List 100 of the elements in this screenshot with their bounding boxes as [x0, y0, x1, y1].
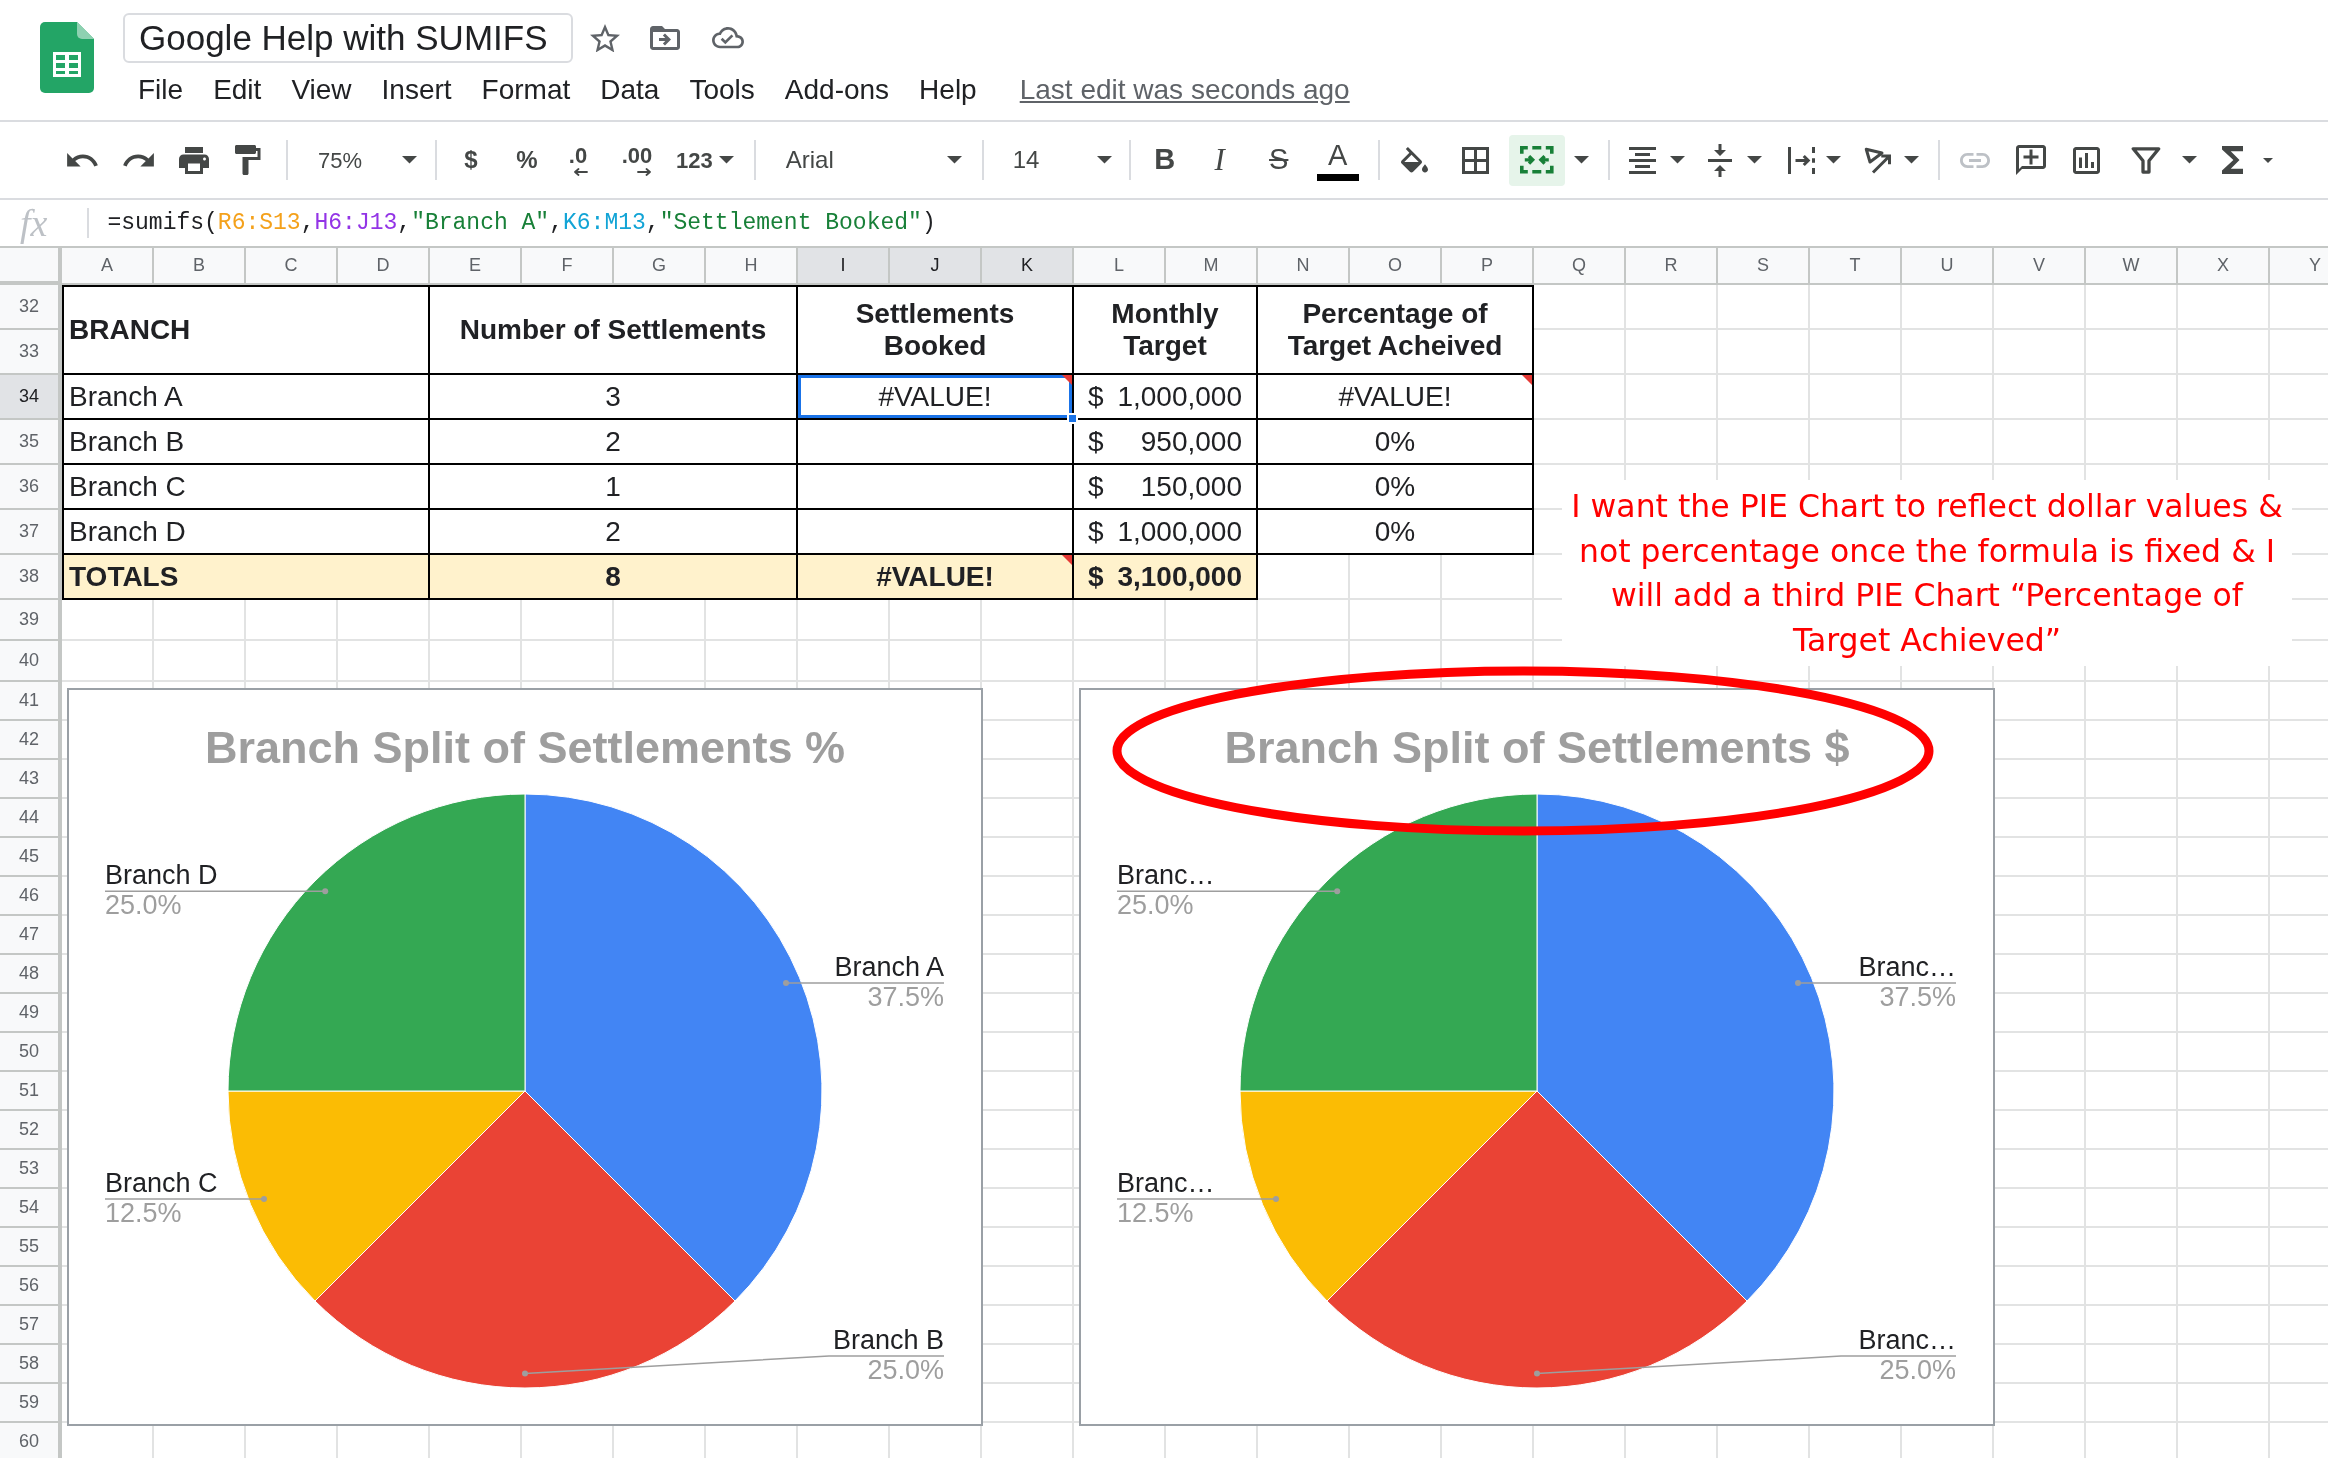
row-header[interactable]: 53 [0, 1150, 62, 1189]
percent-format-button[interactable]: % [503, 140, 551, 180]
column-header[interactable]: Q [1534, 248, 1626, 285]
column-header[interactable]: N [1258, 248, 1350, 285]
column-header[interactable]: Y [2270, 248, 2328, 285]
row-header[interactable]: 52 [0, 1111, 62, 1150]
sigma-icon[interactable] [2222, 146, 2244, 174]
caret-icon[interactable] [1669, 156, 1685, 164]
redo-icon[interactable] [122, 153, 154, 167]
column-header[interactable]: W [2086, 248, 2178, 285]
column-header[interactable]: U [1902, 248, 1994, 285]
row-header[interactable]: 60 [0, 1423, 62, 1458]
caret-icon[interactable] [1096, 156, 1112, 164]
table-cell[interactable] [798, 420, 1074, 465]
borders-icon[interactable] [1462, 146, 1490, 174]
row-header[interactable]: 56 [0, 1267, 62, 1306]
table-cell[interactable]: Branch A [62, 375, 430, 420]
column-header[interactable]: F [522, 248, 614, 285]
number-format-dropdown[interactable]: 123 [671, 140, 734, 180]
column-header[interactable]: V [1994, 248, 2086, 285]
last-edit-link[interactable]: Last edit was seconds ago [1019, 73, 1350, 107]
column-header[interactable]: K [982, 248, 1074, 285]
caret-icon[interactable] [1903, 156, 1919, 164]
table-cell[interactable]: $ 150,000 [1074, 465, 1258, 510]
column-header[interactable]: G [614, 248, 706, 285]
strikethrough-button[interactable]: S [1258, 140, 1299, 180]
document-title-field[interactable]: Google Help with SUMIFS [123, 13, 574, 63]
row-header[interactable]: 33 [0, 330, 62, 375]
column-header[interactable]: P [1442, 248, 1534, 285]
folder-arrow-icon[interactable] [650, 26, 681, 50]
table-cell[interactable]: 1 [430, 465, 798, 510]
table-cell[interactable]: TOTALS [62, 555, 430, 600]
column-header[interactable]: R [1626, 248, 1718, 285]
row-header[interactable]: 49 [0, 994, 62, 1033]
row-header[interactable]: 59 [0, 1384, 62, 1423]
menu-item[interactable]: File [123, 73, 199, 107]
vertical-align-icon[interactable] [1707, 143, 1732, 177]
caret-icon[interactable] [946, 156, 962, 164]
row-header[interactable]: 55 [0, 1228, 62, 1267]
row-header[interactable]: 36 [0, 465, 62, 510]
table-cell[interactable]: $ 3,100,000 [1074, 555, 1258, 600]
caret-icon[interactable] [1825, 156, 1841, 164]
logo-icon[interactable] [40, 22, 94, 93]
menu-item[interactable]: Add-ons [769, 73, 905, 107]
italic-button[interactable]: I [1199, 140, 1240, 180]
fill-handle[interactable] [1067, 413, 1078, 424]
menu-item[interactable]: Insert [366, 73, 467, 107]
zoom-dropdown[interactable]: 75% [296, 140, 425, 180]
row-header[interactable]: 40 [0, 641, 62, 682]
column-header[interactable]: D [338, 248, 430, 285]
bold-button[interactable]: B [1144, 140, 1185, 180]
star-icon[interactable] [590, 23, 621, 53]
column-header[interactable]: O [1350, 248, 1442, 285]
text-rotation-icon[interactable] [1864, 146, 1892, 174]
row-header[interactable]: 57 [0, 1306, 62, 1345]
row-header[interactable]: 41 [0, 682, 62, 721]
table-cell[interactable]: Branch B [62, 420, 430, 465]
caret-icon[interactable] [1573, 156, 1589, 164]
row-header[interactable]: 42 [0, 721, 62, 760]
menu-item[interactable]: Help [904, 73, 992, 107]
currency-format-button[interactable]: $ [447, 140, 495, 180]
row-header[interactable]: 43 [0, 760, 62, 799]
table-cell[interactable]: Branch D [62, 510, 430, 555]
menu-item[interactable]: Tools [674, 73, 770, 107]
filter-icon[interactable] [2130, 146, 2161, 174]
column-header[interactable]: X [2178, 248, 2270, 285]
row-header[interactable]: 50 [0, 1033, 62, 1072]
caret-icon[interactable] [718, 156, 734, 164]
column-header[interactable]: S [1718, 248, 1810, 285]
table-cell[interactable]: 2 [430, 510, 798, 555]
paint-roller-icon[interactable] [235, 145, 261, 175]
row-header[interactable]: 35 [0, 420, 62, 465]
menu-item[interactable]: Data [585, 73, 675, 107]
table-cell[interactable] [798, 465, 1074, 510]
text-color-button[interactable]: A [1316, 136, 1359, 184]
column-header[interactable]: H [706, 248, 798, 285]
table-cell[interactable]: Branch C [62, 465, 430, 510]
table-cell[interactable]: #VALUE! [798, 555, 1074, 600]
row-header[interactable]: 46 [0, 877, 62, 916]
increase-decimal-button[interactable]: .00 [609, 137, 665, 183]
row-header[interactable]: 34 [0, 375, 62, 420]
table-cell[interactable]: 8 [430, 555, 798, 600]
table-cell[interactable]: 2 [430, 420, 798, 465]
paint-bucket-icon[interactable] [1401, 147, 1429, 173]
caret-icon[interactable] [1746, 156, 1762, 164]
table-cell[interactable] [798, 510, 1074, 555]
align-center-icon[interactable] [1629, 146, 1657, 174]
row-header[interactable]: 54 [0, 1189, 62, 1228]
column-header[interactable]: E [430, 248, 522, 285]
row-header[interactable]: 37 [0, 510, 62, 555]
table-cell[interactable]: 0% [1258, 510, 1534, 555]
menu-item[interactable]: Format [466, 73, 586, 107]
merge-cells-button[interactable] [1508, 134, 1565, 186]
table-cell[interactable]: #VALUE! [1258, 375, 1534, 420]
row-header[interactable]: 39 [0, 600, 62, 641]
column-header[interactable]: C [246, 248, 338, 285]
formula-field[interactable]: =sumifs(R6:S13,H6:J13,"Branch A",K6:M13,"Settlement Booked") [107, 200, 2328, 246]
row-header[interactable]: 38 [0, 555, 62, 600]
font-size-dropdown[interactable]: 14 [990, 140, 1120, 180]
text-wrap-icon[interactable] [1788, 146, 1816, 174]
